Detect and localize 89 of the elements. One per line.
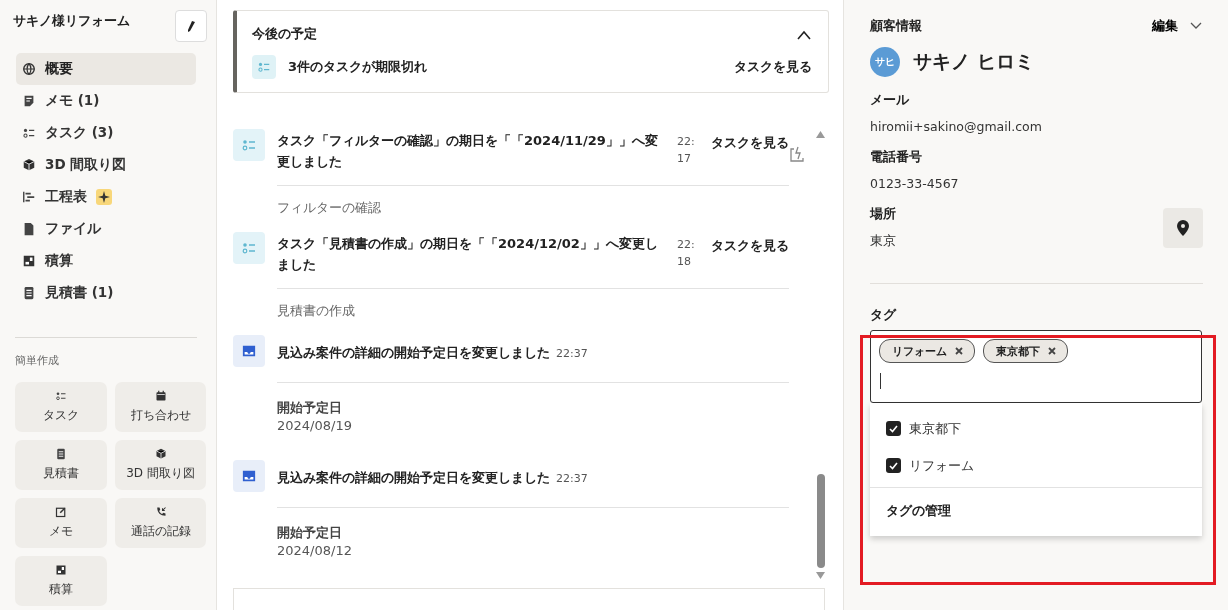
sparkle-icon [96,189,112,205]
inbox-icon [233,335,265,367]
nav-item[interactable]: ファイル [16,213,196,245]
quick-create-button[interactable]: 通話の記録 [115,498,206,548]
activity-time: 22:18 [677,237,696,270]
task-list-icon [22,126,36,140]
remove-tag-button[interactable] [955,347,963,355]
quick-create-button[interactable]: 打ち合わせ [115,382,206,432]
edit-link[interactable]: 編集 [1152,17,1178,35]
nav-item[interactable]: タスク (3) [16,117,196,149]
field-value: 東京 [870,233,896,250]
field-value: 0123-33-4567 [870,176,959,191]
tags-label: タグ [870,306,898,324]
calculator-icon [22,254,36,268]
field-label: 電話番号 [870,148,923,166]
edit-button[interactable] [175,10,207,42]
checkmark-icon [889,424,898,433]
tag-option[interactable]: 東京都下 [870,410,1202,447]
activity-time: 22:37 [556,347,588,360]
globe-icon [22,62,36,76]
tag-input-field[interactable]: リフォーム 東京都下 [870,330,1202,403]
view-task-link[interactable]: タスクを見る [711,233,789,255]
nav-item[interactable]: 3D 間取り図 [16,149,196,181]
scroll-up-arrow[interactable] [816,131,825,138]
field-value: 2024/08/12 [277,543,353,558]
customer-name: サキノ ヒロミ [913,49,1034,74]
chevron-down-icon[interactable] [1190,22,1202,30]
overdue-text: 3件のタスクが期限切れ [288,58,429,76]
field-value: 2024/08/19 [277,418,353,433]
checkmark-icon [889,461,898,470]
activity-text: 見込み案件の詳細の開始予定日を変更しました [277,344,550,362]
activity-text: 見込み案件の詳細の開始予定日を変更しました [277,469,550,487]
nav-item[interactable]: 見積書 (1) [16,277,196,309]
card-title: 今後の予定 [252,25,317,43]
checkbox[interactable] [886,421,901,436]
file-icon [22,222,36,236]
quick-create-button[interactable]: タスク [15,382,107,432]
quick-create-button[interactable]: メモ [15,498,107,548]
gantt-chart-icon [22,190,36,204]
cube-icon [22,158,36,172]
field-label: 開始予定日 [277,399,343,417]
activity-time: 22:17 [677,134,696,167]
calendar-icon [154,390,167,402]
avatar: サヒ [870,47,900,77]
inbox-icon [233,460,265,492]
calculator-icon [55,564,67,576]
tag-label: 東京都下 [996,343,1040,359]
document-icon [55,448,67,460]
checkbox[interactable] [886,458,901,473]
map-pin-button[interactable] [1163,207,1203,248]
edit-icon [55,506,67,518]
field-label: メール [870,91,910,109]
map-pin-icon [1177,219,1189,236]
scrollbar-thumb[interactable] [817,474,825,568]
nav-item[interactable]: メモ (1) [16,85,196,117]
quick-create-button[interactable]: 3D 間取り図 [115,440,206,490]
tag-label: リフォーム [892,343,947,359]
field-value: hiromii+sakino@gmail.com [870,119,1042,134]
quick-create-button[interactable]: 見積書 [15,440,107,490]
nav-item[interactable]: 工程表 [16,181,196,213]
task-list-icon [55,390,67,402]
remove-tag-button[interactable] [1048,347,1056,355]
view-task-link[interactable]: タスクを見る [711,130,789,152]
document-icon [22,286,36,300]
pencil-icon [186,20,196,32]
nav-item[interactable]: 概要 [16,53,196,85]
task-list-icon [233,129,265,161]
activity-text: タスク「見積書の作成」の期日を「「2024/12/02」」へ変更しました [277,235,659,274]
task-name: フィルターの確認 [277,199,382,217]
scroll-down-arrow[interactable] [816,572,825,579]
activity-time: 22:37 [556,472,588,485]
cube-icon [154,448,167,460]
field-label: 開始予定日 [277,524,343,542]
note-icon [22,94,36,108]
phone-icon [154,506,167,518]
nav-item[interactable]: 積算 [16,245,196,277]
section-heading: 顧客情報 [870,17,923,35]
field-label: 場所 [870,205,896,223]
task-name: 見積書の作成 [277,302,356,320]
tag-option[interactable]: リフォーム [870,447,1202,484]
quick-create-button[interactable]: 積算 [15,556,107,606]
collapse-button[interactable] [796,28,812,40]
task-list-icon [233,232,265,264]
project-title: サキノ様リフォーム [13,12,130,30]
manage-tags-item[interactable]: タグの管理 [870,487,1202,536]
section-heading: 簡単作成 [15,353,60,368]
activity-text: タスク「フィルターの確認」の期日を「「2024/11/29」」へ変更しました [277,132,659,171]
task-list-icon [252,55,276,79]
view-tasks-link[interactable]: タスクを見る [734,58,812,76]
